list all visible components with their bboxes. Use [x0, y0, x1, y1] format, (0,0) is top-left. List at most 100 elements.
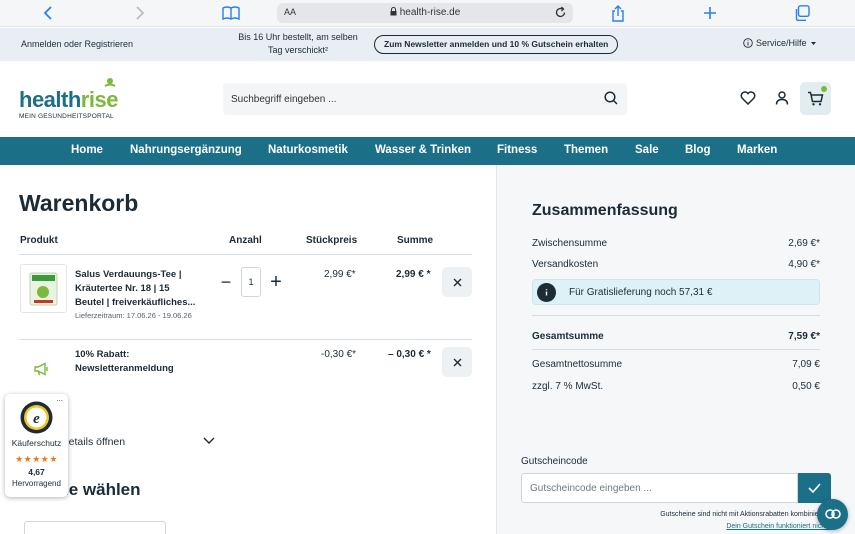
discount-total: – 0,30 € * — [388, 349, 431, 360]
svg-text:e: e — [33, 411, 40, 427]
selection-field[interactable] — [24, 521, 166, 534]
rating-text: Hervorragend — [12, 479, 61, 488]
section-title: ie wählen — [64, 480, 141, 499]
forward-icon[interactable] — [130, 3, 150, 23]
quantity-input[interactable] — [241, 267, 261, 297]
voucher-note: Gutscheine sind nicht mit Aktionsrabatte… — [660, 511, 831, 518]
product-name[interactable]: Salus Verdauungs-Tee | Kräutertee Nr. 18… — [75, 268, 200, 310]
nav-item-marken[interactable]: Marken — [737, 144, 777, 156]
voucher-submit-button[interactable] — [798, 473, 831, 503]
free-shipping-text: Für Gratislieferung noch 57,31 € — [569, 287, 713, 298]
shipping-value: 4,90 €* — [788, 259, 820, 270]
chevron-down-icon[interactable] — [203, 437, 215, 445]
column-header-product: Produkt — [20, 235, 58, 246]
product-thumbnail — [29, 272, 58, 306]
account-button[interactable] — [773, 89, 791, 107]
heart-icon — [740, 91, 756, 105]
nav-item-wasser-trinken[interactable]: Wasser & Trinken — [375, 144, 471, 156]
divider — [532, 349, 820, 350]
megaphone-icon — [34, 362, 48, 376]
share-icon[interactable] — [608, 3, 628, 23]
main-nav: Home Nahrungsergänzung Naturkosmetik Was… — [0, 137, 855, 165]
chevron-down-icon — [810, 41, 816, 45]
more-icon[interactable]: ... — [56, 394, 63, 403]
browser-toolbar: AA health-rise.de — [0, 0, 855, 27]
total-label: Gesamtsumme — [532, 331, 604, 342]
voucher-label: Gutscheincode — [521, 456, 588, 467]
close-icon — [453, 278, 461, 286]
newsletter-button[interactable]: Zum Newsletter anmelden und 10 % Gutsche… — [374, 35, 619, 54]
chat-icon — [824, 509, 841, 519]
remove-discount-button[interactable] — [442, 347, 472, 377]
cart-indicator-dot — [821, 86, 827, 92]
rating-stars: ★★★★★ — [15, 454, 58, 464]
subtotal-label: Zwischensumme — [532, 238, 608, 249]
column-header-unit-price: Stückpreis — [306, 235, 358, 246]
voucher-help-link[interactable]: Dein Gutschein funktioniert nicht? — [726, 523, 831, 530]
divider — [19, 339, 472, 340]
product-image[interactable] — [20, 264, 67, 313]
info-icon — [537, 283, 556, 302]
logo-part-health: health — [19, 87, 81, 112]
info-icon — [743, 38, 753, 48]
page-title: Warenkorb — [19, 190, 139, 216]
login-link[interactable]: Anmelden oder Registrieren — [21, 39, 133, 49]
total-value: 7,59 €* — [788, 331, 820, 342]
shipping-notice-line1: Bis 16 Uhr bestellt, am selben — [238, 32, 358, 42]
nav-item-nahrungsergaenzung[interactable]: Nahrungsergänzung — [130, 144, 242, 156]
logo-part-rise: rise — [80, 87, 119, 112]
shipping-label: Versandkosten — [532, 259, 599, 270]
top-info-bar: Anmelden oder Registrieren Bis 16 Uhr be… — [0, 28, 855, 61]
free-shipping-notice: Für Gratislieferung noch 57,31 € — [532, 279, 820, 305]
address-bar[interactable]: AA health-rise.de — [277, 3, 573, 23]
product-delivery-period: Lieferzeitraum: 17.06.26 - 19.06.26 — [75, 311, 192, 320]
cart-icon — [808, 91, 824, 106]
net-total-label: Gesamtnettosumme — [532, 359, 623, 370]
remove-product-button[interactable] — [442, 267, 472, 297]
divider — [532, 315, 820, 316]
trusted-shops-badge[interactable]: ... e Käuferschutz ★★★★★ 4,67 Hervorrage… — [5, 394, 68, 497]
new-tab-icon[interactable] — [700, 3, 720, 23]
logo[interactable]: healthrise MEIN GESUNDHEITSPORTAL — [19, 77, 129, 123]
nav-item-home[interactable]: Home — [71, 144, 103, 156]
close-icon — [453, 358, 461, 366]
cart-button[interactable] — [800, 82, 831, 115]
nav-item-blog[interactable]: Blog — [685, 144, 711, 156]
url-text: health-rise.de — [399, 7, 461, 18]
nav-item-sale[interactable]: Sale — [635, 144, 659, 156]
voucher-input[interactable] — [521, 473, 798, 503]
search-button[interactable] — [603, 91, 619, 107]
nav-item-fitness[interactable]: Fitness — [497, 144, 537, 156]
search-bar — [223, 83, 627, 115]
reload-icon[interactable] — [554, 6, 567, 19]
nav-item-themen[interactable]: Themen — [564, 144, 608, 156]
check-icon — [808, 483, 821, 493]
tabs-icon[interactable] — [792, 3, 812, 23]
net-total-value: 7,09 € — [792, 359, 820, 370]
url-display: health-rise.de — [277, 7, 573, 18]
lock-icon — [390, 7, 397, 16]
subtotal-value: 2,69 €* — [788, 238, 820, 249]
shipping-notice: Bis 16 Uhr bestellt, am selben Tag versc… — [232, 31, 364, 57]
chat-button[interactable] — [817, 499, 848, 530]
user-icon — [775, 91, 789, 105]
wishlist-button[interactable] — [739, 89, 757, 107]
nav-item-naturkosmetik[interactable]: Naturkosmetik — [268, 144, 348, 156]
rating-score: 4,67 — [28, 467, 45, 477]
quantity-increase-button[interactable]: + — [267, 272, 285, 292]
column-header-quantity: Anzahl — [229, 235, 262, 246]
product-total: 2,99 € * — [396, 269, 431, 280]
quantity-decrease-button[interactable]: − — [218, 273, 234, 291]
service-menu[interactable]: Service/Hilfe — [743, 38, 817, 48]
trusted-label: Käuferschutz — [11, 438, 62, 448]
divider — [19, 254, 472, 255]
search-icon — [604, 91, 618, 105]
product-unit-price: 2,99 €* — [324, 269, 356, 280]
bookmarks-icon[interactable] — [221, 3, 241, 23]
trusted-seal-icon: e — [20, 401, 53, 434]
search-input[interactable] — [231, 83, 591, 115]
back-icon[interactable] — [38, 3, 58, 23]
discount-unit-price: -0,30 €* — [321, 349, 357, 360]
summary-title: Zusammenfassung — [532, 202, 678, 219]
shipping-notice-line2: Tag verschickt² — [267, 45, 329, 55]
